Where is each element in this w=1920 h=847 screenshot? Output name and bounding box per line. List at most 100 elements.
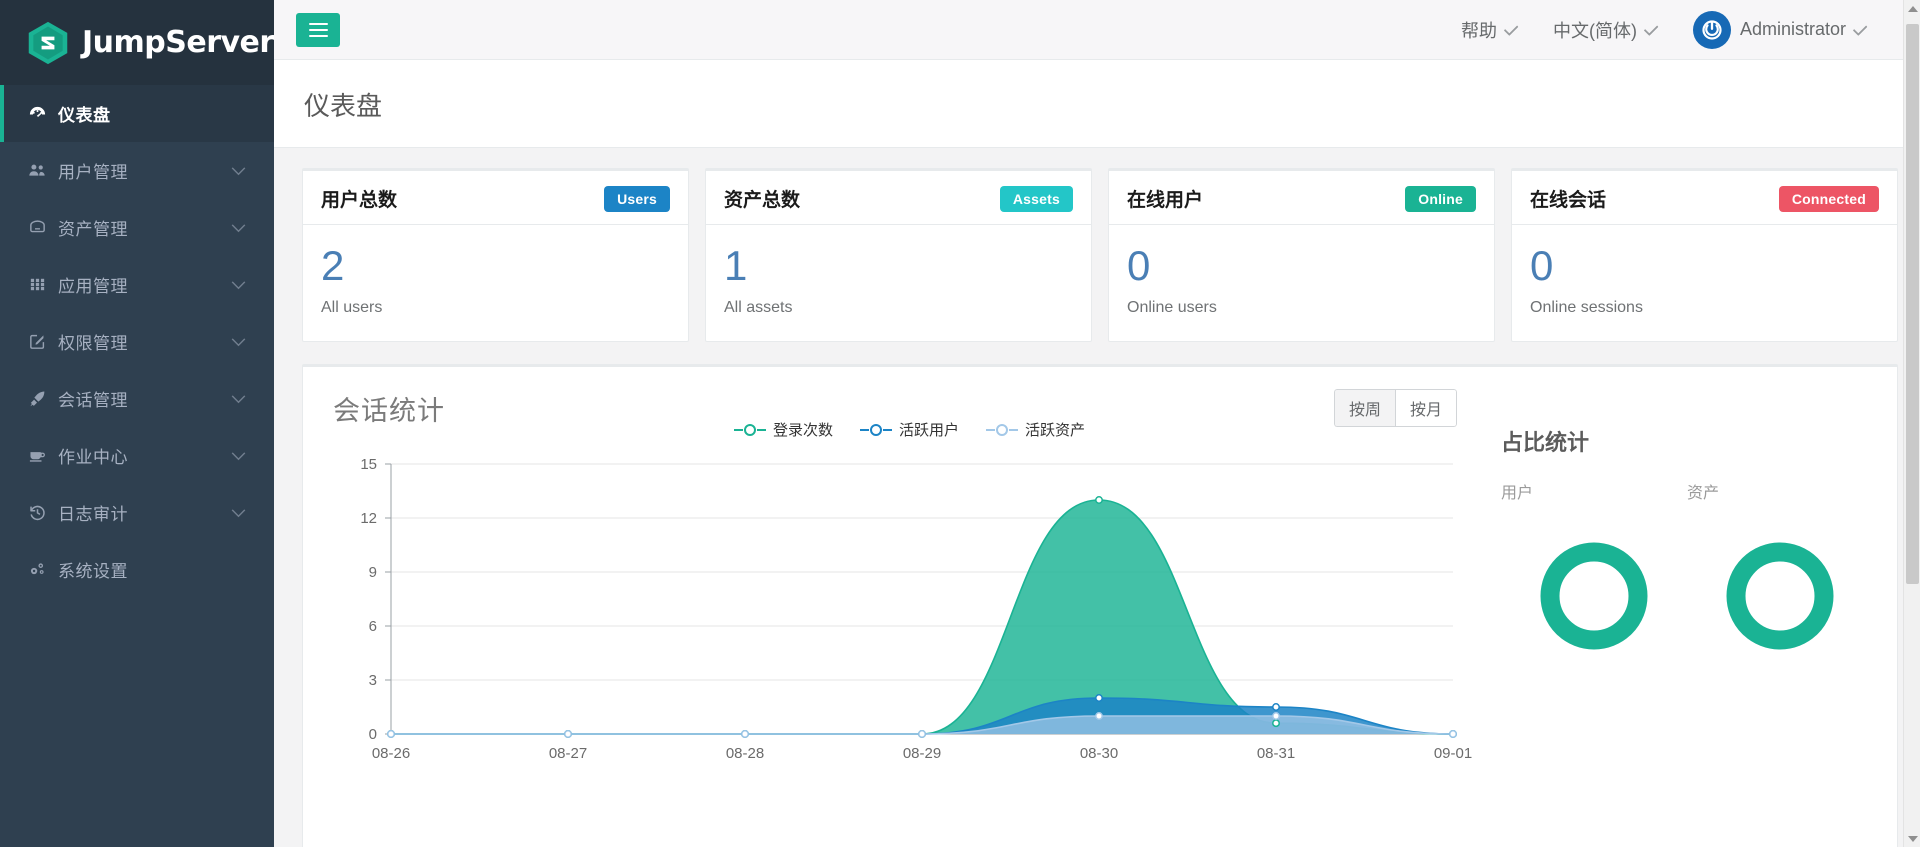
main-area: 帮助 中文(简体) Administrator 仪表盘 用户总数 Users 2…: [274, 0, 1920, 847]
sidebar-item-asset-management[interactable]: 资产管理: [0, 199, 274, 256]
donut-ring-icon: [1726, 542, 1834, 650]
svg-text:6: 6: [369, 618, 377, 635]
svg-text:9: 9: [369, 564, 377, 581]
sidebar-nav: 仪表盘 用户管理 资产管理 应用管理 权限管理 会话管理 作业中心 日志审计 系…: [0, 85, 274, 598]
donut-assets[interactable]: [1687, 537, 1873, 655]
page-title: 仪表盘: [304, 91, 383, 121]
scroll-up-icon[interactable]: [1904, 0, 1920, 17]
language-menu[interactable]: 中文(简体): [1553, 17, 1659, 43]
content-area: 用户总数 Users 2 All users 资产总数 Assets 1 All…: [274, 148, 1920, 847]
dashboard-icon: [28, 104, 54, 123]
legend-label: 活跃资产: [1025, 422, 1086, 439]
svg-text:09-01: 09-01: [1434, 745, 1472, 762]
stat-card-online-users[interactable]: 在线用户 Online 0 Online users: [1108, 168, 1495, 342]
app-root: JumpServer 仪表盘 用户管理 资产管理 应用管理 权限管理 会话管理 …: [0, 0, 1920, 847]
sidebar-item-label: 仪表盘: [58, 106, 111, 125]
card-title: 在线会话: [1530, 190, 1607, 211]
status-badge: Users: [604, 185, 670, 212]
card-value: 1: [724, 242, 748, 289]
legend-item-logins[interactable]: 登录次数: [733, 419, 833, 440]
card-header: 用户总数 Users: [303, 171, 688, 225]
legend-label: 登录次数: [773, 422, 834, 439]
donut-users[interactable]: [1501, 537, 1687, 655]
card-subtitle: All users: [321, 299, 383, 316]
jumpserver-logo-icon: [26, 20, 70, 66]
assets-icon: [28, 218, 54, 237]
stat-card-users[interactable]: 用户总数 Users 2 All users: [302, 168, 689, 342]
chevron-down-icon: [1852, 20, 1868, 36]
sidebar-item-label: 会话管理: [58, 391, 128, 410]
sidebar-item-label: 用户管理: [58, 163, 128, 182]
status-badge: Connected: [1778, 185, 1879, 212]
sidebar-item-label: 作业中心: [58, 448, 128, 467]
sidebar-item-label: 权限管理: [58, 334, 128, 353]
svg-text:08-26: 08-26: [372, 745, 410, 762]
svg-text:15: 15: [360, 456, 377, 473]
card-subtitle: Online sessions: [1530, 299, 1643, 316]
legend-label: 活跃用户: [899, 422, 960, 439]
svg-text:08-27: 08-27: [549, 745, 587, 762]
session-area-chart[interactable]: 0 3 6 9 12 15 08-26 08-27 08-28 08-29 08-30 08-31 09…: [333, 450, 1483, 785]
sidebar-item-label: 日志审计: [58, 505, 128, 524]
page-header: 仪表盘: [274, 60, 1920, 148]
session-chart-svg: 0 3 6 9 12 15 08-26 08-27 08-28 08-29 08-30 08-31 09…: [360, 456, 1472, 762]
sidebar-item-label: 应用管理: [58, 277, 128, 296]
donut-charts-row: [1501, 537, 1897, 655]
card-title: 用户总数: [321, 190, 398, 211]
ratio-labels-row: 用户 资产: [1501, 479, 1897, 503]
chevron-down-icon: [231, 503, 246, 523]
scroll-down-icon[interactable]: [1904, 830, 1920, 847]
sidebar-item-dashboard[interactable]: 仪表盘: [0, 85, 274, 142]
ratio-label: 资产: [1687, 485, 1720, 502]
legend-marker-icon: [733, 423, 767, 437]
card-value: 0: [1530, 242, 1554, 289]
svg-text:3: 3: [369, 672, 377, 689]
user-menu[interactable]: Administrator: [1692, 10, 1868, 49]
stat-card-assets[interactable]: 资产总数 Assets 1 All assets: [705, 168, 1092, 342]
sidebar-item-permission-management[interactable]: 权限管理: [0, 313, 274, 370]
chevron-down-icon: [1643, 20, 1659, 36]
svg-text:12: 12: [360, 510, 377, 527]
card-body: 0 Online sessions: [1512, 225, 1897, 341]
sidebar-item-job-center[interactable]: 作业中心: [0, 427, 274, 484]
svg-text:08-30: 08-30: [1080, 745, 1118, 762]
sidebar-item-system-settings[interactable]: 系统设置: [0, 541, 274, 598]
chart-legend: 登录次数 活跃用户 活跃资产: [733, 419, 1085, 440]
hamburger-icon[interactable]: [296, 12, 340, 47]
card-body: 0 Online users: [1109, 225, 1494, 341]
apps-grid-icon: [28, 275, 54, 294]
topbar-right-group: 帮助 中文(简体) Administrator: [1461, 10, 1898, 49]
brand-header[interactable]: JumpServer: [0, 0, 274, 85]
sidebar-item-label: 系统设置: [58, 562, 128, 581]
card-title: 在线用户: [1127, 190, 1204, 211]
card-header: 在线用户 Online: [1109, 171, 1494, 225]
sidebar-item-label: 资产管理: [58, 220, 128, 239]
help-menu[interactable]: 帮助: [1461, 17, 1519, 43]
chevron-down-icon: [231, 161, 246, 181]
stat-card-online-sessions[interactable]: 在线会话 Connected 0 Online sessions: [1511, 168, 1898, 342]
legend-item-active-assets[interactable]: 活跃资产: [985, 419, 1085, 440]
session-chart-column: 会话统计 登录次数 活跃用户 活跃资产 按周 按月 0 3 6 9 12 15 …: [303, 367, 1483, 847]
range-month-button[interactable]: 按月: [1394, 389, 1457, 427]
svg-text:08-28: 08-28: [726, 745, 764, 762]
status-badge: Online: [1405, 185, 1476, 212]
chevron-down-icon: [231, 446, 246, 466]
sidebar-item-session-management[interactable]: 会话管理: [0, 370, 274, 427]
users-icon: [28, 161, 54, 180]
range-week-button[interactable]: 按周: [1333, 389, 1395, 427]
chevron-down-icon: [231, 389, 246, 409]
sidebar-item-app-management[interactable]: 应用管理: [0, 256, 274, 313]
card-subtitle: All assets: [724, 299, 793, 316]
session-statistics-panel: 会话统计 登录次数 活跃用户 活跃资产 按周 按月 0 3 6 9 12 15 …: [302, 364, 1898, 847]
page-scrollbar[interactable]: [1903, 0, 1920, 847]
legend-item-active-users[interactable]: 活跃用户: [859, 419, 959, 440]
scrollbar-thumb[interactable]: [1906, 24, 1919, 584]
ratio-cell-users: 用户: [1501, 479, 1687, 503]
brand-name: JumpServer: [82, 25, 274, 60]
ratio-statistics-column: 占比统计 用户 资产: [1483, 367, 1897, 847]
card-header: 资产总数 Assets: [706, 171, 1091, 225]
donut-ring-icon: [1540, 542, 1648, 650]
sidebar-item-user-management[interactable]: 用户管理: [0, 142, 274, 199]
sidebar-item-log-audit[interactable]: 日志审计: [0, 484, 274, 541]
legend-marker-icon: [985, 423, 1019, 437]
